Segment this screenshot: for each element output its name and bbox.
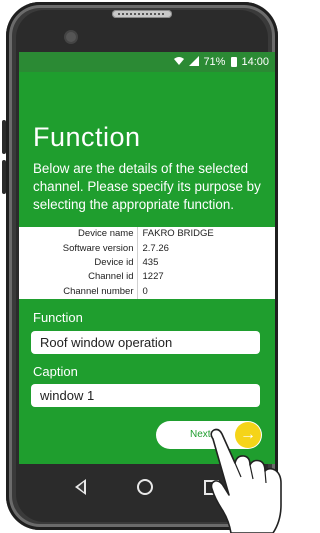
home-icon[interactable] (136, 479, 153, 495)
info-label: Software version (19, 241, 138, 256)
info-value: 2.7.26 (142, 242, 169, 254)
page-title: Function (33, 122, 141, 152)
clock: 14:00 (241, 56, 269, 68)
function-label: Function (33, 310, 83, 325)
wifi-icon (173, 56, 185, 69)
info-label: Channel number (19, 284, 138, 299)
info-value: 435 (142, 256, 159, 268)
function-select[interactable]: Roof window operation (31, 331, 260, 354)
volume-button (2, 120, 6, 154)
front-camera (66, 32, 76, 42)
battery-icon (231, 57, 238, 67)
volume-button (2, 160, 6, 194)
battery-percent: 71% (203, 56, 226, 68)
tapping-hand-illustration (210, 428, 282, 533)
page-description: Below are the details of the selected ch… (33, 161, 261, 212)
table-row: Software version 2.7.26 (19, 241, 275, 256)
status-bar: 71% 14:00 (19, 52, 275, 72)
table-row: Channel id 1227 (19, 270, 275, 285)
info-value: 1227 (142, 271, 164, 283)
table-row: Device name FAKRO BRIDGE (19, 227, 275, 242)
caption-label: Caption (33, 364, 78, 379)
info-label: Device id (19, 255, 138, 271)
info-label: Device name (19, 227, 138, 242)
table-row: Device id 435 (19, 255, 275, 271)
info-label: Channel id (19, 270, 138, 285)
info-value: 0 (142, 285, 148, 297)
signal-icon (189, 55, 200, 69)
back-icon[interactable] (74, 479, 86, 495)
table-row: Channel number 0 (19, 284, 275, 299)
info-value: FAKRO BRIDGE (142, 228, 214, 240)
speaker-grille (112, 10, 172, 18)
app-screen: 71% 14:00 Function Below are the details… (19, 52, 275, 464)
device-info-table: Device name FAKRO BRIDGE Software versio… (19, 227, 275, 299)
caption-input[interactable]: window 1 (31, 384, 260, 407)
